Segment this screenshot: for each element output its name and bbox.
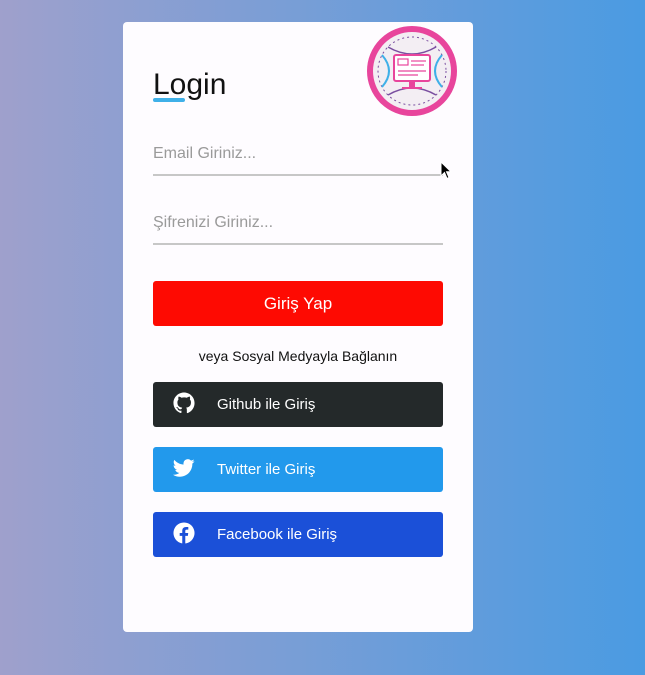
- password-field[interactable]: [153, 203, 443, 245]
- mouse-cursor-icon: [440, 161, 452, 180]
- site-logo: [367, 26, 457, 116]
- facebook-login-label: Facebook ile Giriş: [217, 526, 338, 543]
- page-title: Login: [153, 68, 227, 101]
- social-login-note: veya Sosyal Medyayla Bağlanın: [198, 348, 398, 364]
- facebook-icon: [173, 522, 195, 544]
- github-login-button[interactable]: Github ile Giriş: [153, 382, 443, 427]
- github-icon: [173, 392, 195, 414]
- twitter-login-label: Twitter ile Giriş: [217, 461, 316, 478]
- twitter-icon: [173, 459, 195, 477]
- twitter-login-button[interactable]: Twitter ile Giriş: [153, 447, 443, 492]
- title-underline: [153, 98, 185, 102]
- login-button[interactable]: Giriş Yap: [153, 281, 443, 326]
- github-login-label: Github ile Giriş: [217, 396, 316, 413]
- login-card: Login Giriş Yap veya Sosyal Medyayla Bağ…: [123, 22, 473, 632]
- email-field[interactable]: [153, 134, 443, 176]
- facebook-login-button[interactable]: Facebook ile Giriş: [153, 512, 443, 557]
